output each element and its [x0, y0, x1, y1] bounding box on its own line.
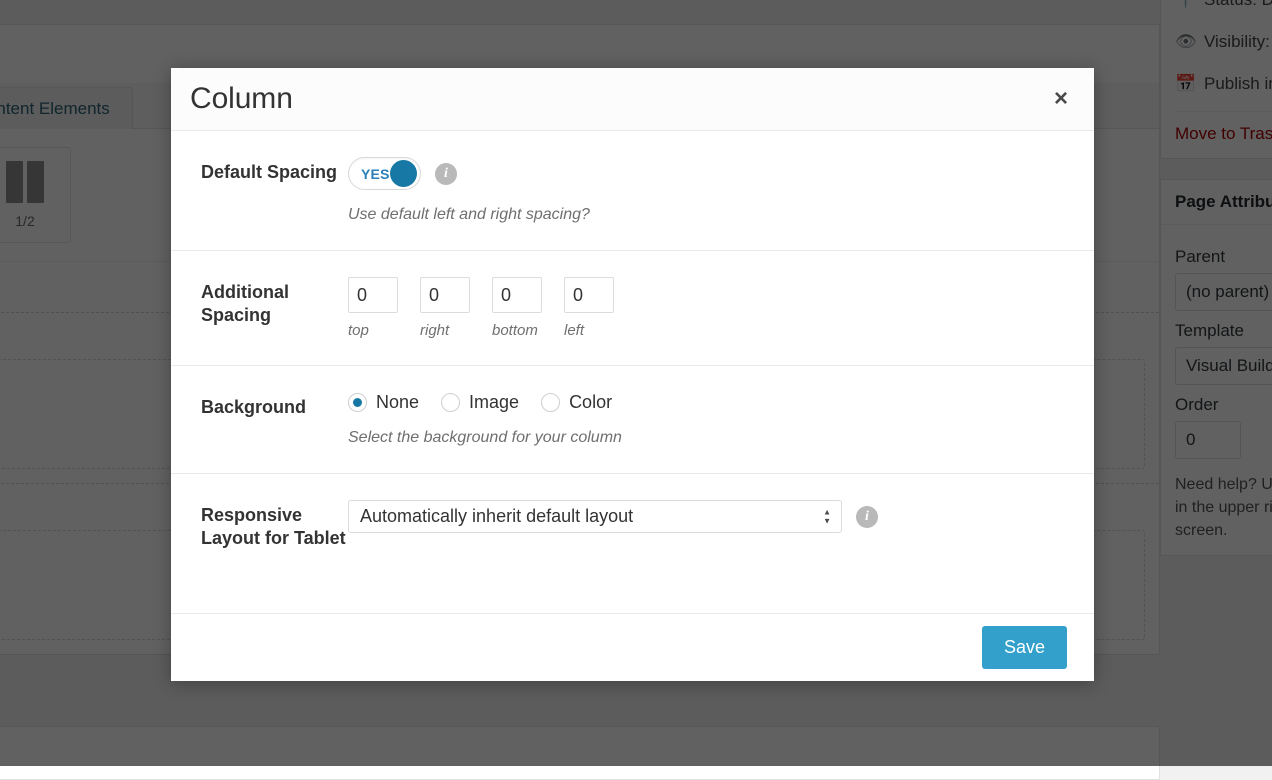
spacing-cell-top: top [348, 277, 398, 339]
responsive-layout-select[interactable]: Automatically inherit default layout ▲▼ [348, 500, 842, 533]
background-option-label: Color [569, 392, 612, 413]
modal-body[interactable]: Default Spacing YES i Use default left a… [171, 131, 1094, 613]
default-spacing-control: YES i Use default left and right spacing… [348, 157, 1064, 224]
background-control: None Image Color Select the background f… [348, 392, 1064, 447]
info-icon[interactable]: i [856, 506, 878, 528]
spacing-input-bottom[interactable] [492, 277, 542, 313]
radio-icon-color [541, 393, 560, 412]
background-description: Select the background for your column [348, 429, 1064, 447]
field-responsive-layout: Responsive Layout for Tablet Automatical… [171, 474, 1094, 576]
save-button[interactable]: Save [982, 626, 1067, 669]
spacing-label-bottom: bottom [492, 322, 542, 339]
spacing-grid: top right bottom left [348, 277, 1064, 339]
radio-icon-image [441, 393, 460, 412]
toggle-knob [390, 160, 417, 187]
spacing-label-right: right [420, 322, 470, 339]
field-default-spacing: Default Spacing YES i Use default left a… [171, 131, 1094, 251]
responsive-layout-select-line: Automatically inherit default layout ▲▼ … [348, 500, 1064, 533]
additional-spacing-control: top right bottom left [348, 277, 1064, 339]
spacing-cell-bottom: bottom [492, 277, 542, 339]
spacing-cell-left: left [564, 277, 614, 339]
spacing-cell-right: right [420, 277, 470, 339]
modal-footer: Save [171, 613, 1094, 681]
close-icon[interactable]: × [1050, 81, 1072, 117]
additional-spacing-label: Additional Spacing [201, 277, 348, 339]
spacing-label-left: left [564, 322, 614, 339]
background-option-label: Image [469, 392, 519, 413]
default-spacing-toggle-line: YES i [348, 157, 1064, 190]
responsive-layout-label: Responsive Layout for Tablet [201, 500, 348, 550]
default-spacing-toggle[interactable]: YES [348, 157, 421, 190]
responsive-layout-value: Automatically inherit default layout [360, 506, 633, 527]
spacing-input-right[interactable] [420, 277, 470, 313]
default-spacing-label: Default Spacing [201, 157, 348, 224]
info-icon[interactable]: i [435, 163, 457, 185]
modal-header: Column × [171, 68, 1094, 131]
background-option-image[interactable]: Image [441, 392, 519, 413]
toggle-state-label: YES [349, 166, 390, 182]
background-option-label: None [376, 392, 419, 413]
responsive-layout-control: Automatically inherit default layout ▲▼ … [348, 500, 1064, 550]
background-option-none[interactable]: None [348, 392, 419, 413]
field-background: Background None Image Color [171, 366, 1094, 474]
background-radio-group: None Image Color [348, 392, 1064, 413]
chevron-updown-icon: ▲▼ [823, 509, 831, 524]
page-root: Use Default Editor Layout Elements Conte… [0, 0, 1272, 766]
field-additional-spacing: Additional Spacing top right [171, 251, 1094, 366]
modal-title: Column [190, 82, 293, 116]
spacing-input-left[interactable] [564, 277, 614, 313]
column-settings-modal: Column × Default Spacing YES i Use defau… [171, 68, 1094, 681]
background-option-color[interactable]: Color [541, 392, 612, 413]
background-label: Background [201, 392, 348, 447]
default-spacing-description: Use default left and right spacing? [348, 206, 1064, 224]
radio-icon-none [348, 393, 367, 412]
spacing-input-top[interactable] [348, 277, 398, 313]
spacing-label-top: top [348, 322, 398, 339]
